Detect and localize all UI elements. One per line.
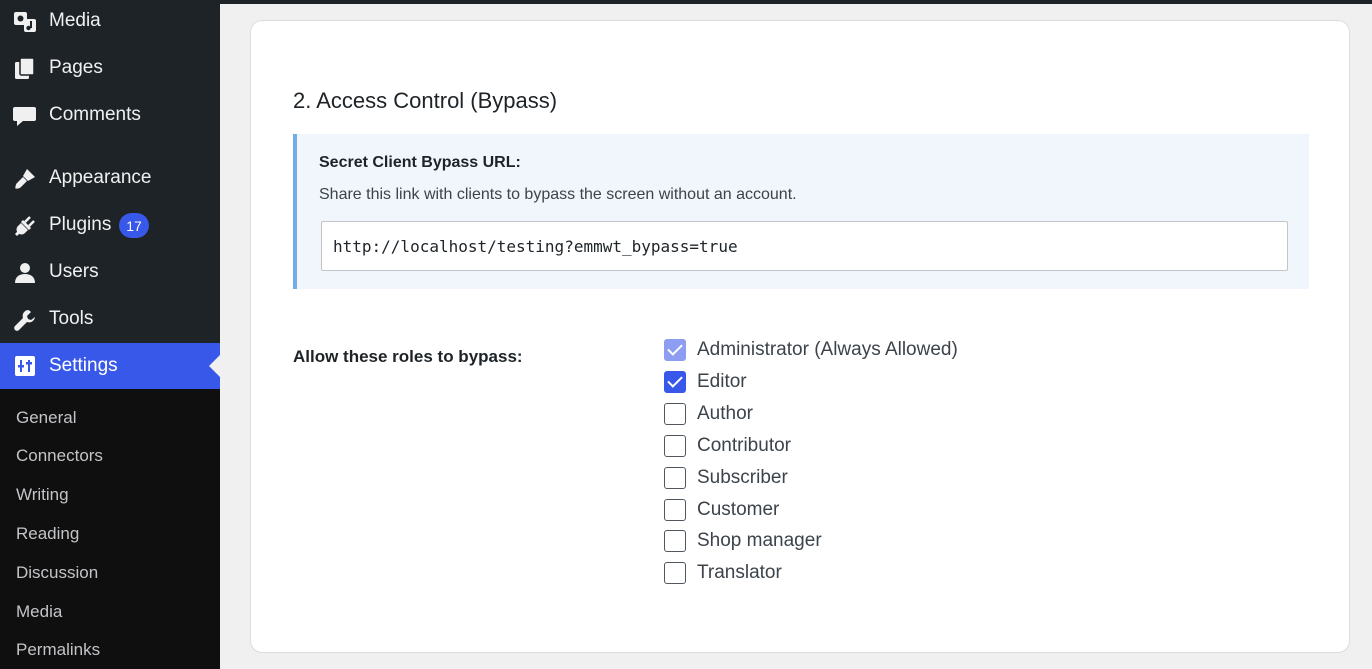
pages-icon: [12, 56, 38, 82]
submenu-item-general[interactable]: General: [16, 408, 76, 428]
menu-label: Plugins: [49, 214, 112, 235]
menu-label: Media: [49, 10, 101, 31]
role-checkbox[interactable]: [664, 371, 686, 393]
menu-label: Pages: [49, 57, 103, 78]
submenu-item-media[interactable]: Media: [16, 602, 62, 622]
menu-item-settings[interactable]: Settings: [0, 343, 220, 389]
settings-icon: [12, 353, 38, 379]
section-title: 2. Access Control (Bypass): [293, 88, 558, 113]
role-label: Translator: [697, 562, 782, 583]
menu-item-tools[interactable]: Tools: [0, 297, 220, 341]
plugins-update-badge: 17: [119, 213, 149, 238]
users-icon: [12, 260, 38, 286]
submenu-item-permalinks[interactable]: Permalinks: [16, 640, 100, 660]
tools-icon: [12, 307, 38, 333]
menu-item-plugins[interactable]: Plugins 17: [0, 203, 220, 247]
settings-card: 2. Access Control (Bypass) Secret Client…: [250, 20, 1350, 653]
role-checkbox: [664, 339, 686, 361]
role-checkbox[interactable]: [664, 403, 686, 425]
role-editor[interactable]: Editor: [664, 370, 747, 394]
notice-title: Secret Client Bypass URL:: [319, 154, 521, 171]
role-label: Author: [697, 403, 753, 424]
comments-icon: [12, 103, 38, 129]
role-checkbox[interactable]: [664, 530, 686, 552]
roles-label: Allow these roles to bypass:: [293, 347, 523, 366]
role-translator[interactable]: Translator: [664, 561, 782, 585]
role-checkbox[interactable]: [664, 562, 686, 584]
menu-label: Comments: [49, 104, 141, 125]
menu-label: Users: [49, 261, 99, 282]
submenu-item-reading[interactable]: Reading: [16, 524, 79, 544]
role-subscriber[interactable]: Subscriber: [664, 466, 788, 490]
role-label: Shop manager: [697, 530, 822, 551]
role-contributor[interactable]: Contributor: [664, 434, 791, 458]
bypass-url-notice: Secret Client Bypass URL: Share this lin…: [293, 134, 1309, 289]
menu-label: Settings: [49, 355, 118, 376]
role-checkbox[interactable]: [664, 435, 686, 457]
menu-item-media[interactable]: Media: [0, 0, 220, 43]
role-author[interactable]: Author: [664, 402, 753, 426]
role-checkbox[interactable]: [664, 467, 686, 489]
menu-label: Appearance: [49, 167, 152, 188]
submenu-item-discussion[interactable]: Discussion: [16, 563, 98, 583]
role-checkbox[interactable]: [664, 499, 686, 521]
role-label: Administrator (Always Allowed): [697, 339, 958, 360]
role-label: Subscriber: [697, 467, 788, 488]
submenu-item-writing[interactable]: Writing: [16, 485, 69, 505]
plugins-icon: [12, 213, 38, 239]
menu-item-comments[interactable]: Comments: [0, 93, 220, 137]
media-icon: [12, 9, 38, 35]
menu-item-users[interactable]: Users: [0, 250, 220, 294]
bypass-url-field[interactable]: [321, 221, 1288, 271]
role-shop-manager[interactable]: Shop manager: [664, 529, 822, 553]
role-label: Contributor: [697, 435, 791, 456]
submenu-item-connectors[interactable]: Connectors: [16, 446, 103, 466]
appearance-icon: [12, 166, 38, 192]
menu-label: Tools: [49, 308, 94, 329]
menu-item-appearance[interactable]: Appearance: [0, 156, 220, 200]
admin-sidebar: Media Pages Comments Appearance Plugins …: [0, 0, 220, 669]
role-customer[interactable]: Customer: [664, 498, 779, 522]
role-administrator: Administrator (Always Allowed): [664, 338, 958, 362]
settings-submenu: General Connectors Writing Reading Discu…: [0, 389, 220, 669]
menu-item-pages[interactable]: Pages: [0, 46, 220, 90]
role-label: Customer: [697, 499, 780, 520]
role-label: Editor: [697, 371, 747, 392]
notice-description: Share this link with clients to bypass t…: [319, 186, 797, 203]
